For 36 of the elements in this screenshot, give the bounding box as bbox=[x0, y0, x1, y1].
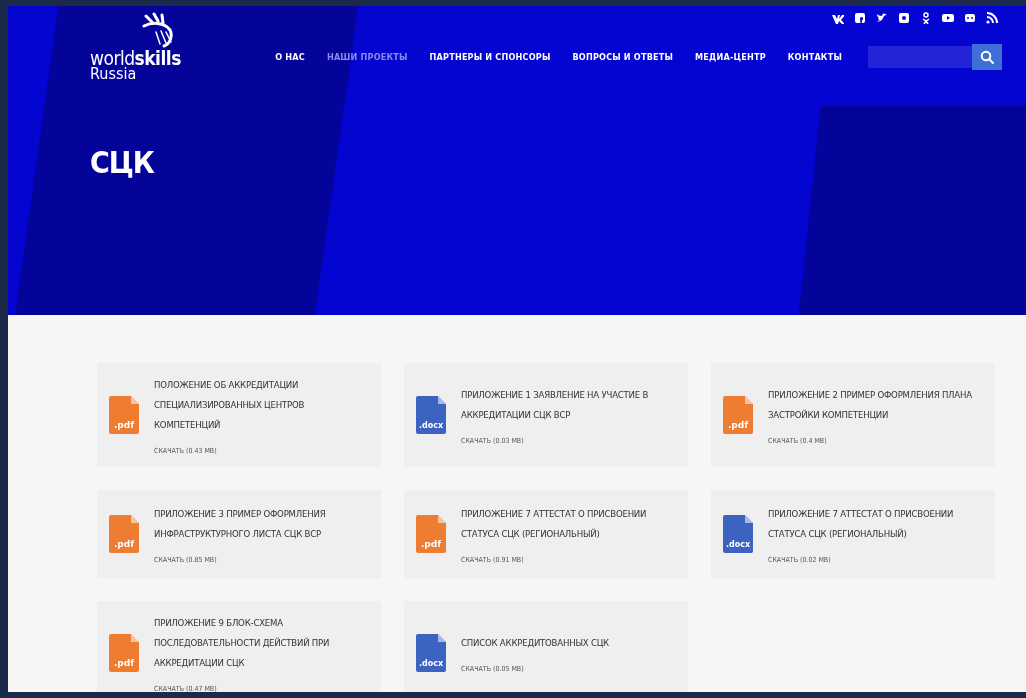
vk-icon[interactable] bbox=[832, 12, 844, 24]
file-extension-label: .pdf bbox=[420, 539, 442, 549]
nav-link[interactable]: О НАС bbox=[275, 52, 305, 62]
document-title: ПРИЛОЖЕНИЕ 1 ЗАЯВЛЕНИЕ НА УЧАСТИЕ В АККРЕДИТАЦИИ СЦК ВСР bbox=[461, 388, 650, 422]
document-title: ПРИЛОЖЕНИЕ 7 АТТЕСТАТ О ПРИСВОЕНИИ СТАТУСА СЦК (РЕГИОНАЛЬНЫЙ) bbox=[768, 507, 955, 541]
file-extension-label: .pdf bbox=[113, 658, 135, 668]
search-icon bbox=[980, 50, 994, 64]
document-title: ПРИЛОЖЕНИЕ 9 БЛОК-СХЕМА ПОСЛЕДОВАТЕЛЬНОСТИ ДЕЙСТВИЙ ПРИ АККРЕДИТАЦИИ СЦК bbox=[154, 616, 331, 670]
file-extension-label: .pdf bbox=[727, 420, 749, 430]
square-f-icon[interactable] bbox=[854, 12, 866, 24]
bird-icon[interactable] bbox=[876, 12, 888, 24]
logo-wordmark: worldskills bbox=[90, 50, 181, 66]
file-extension-label: .docx bbox=[418, 659, 444, 668]
play-icon[interactable] bbox=[942, 12, 954, 24]
nav-link[interactable]: КОНТАКТЫ bbox=[787, 52, 842, 62]
document-title: СПИСОК АККРЕДИТОВАННЫХ СЦК bbox=[461, 636, 609, 650]
document-title: ПРИЛОЖЕНИЕ 7 АТТЕСТАТ О ПРИСВОЕНИИ СТАТУСА СЦК (РЕГИОНАЛЬНЫЙ) bbox=[461, 507, 648, 541]
camera-icon[interactable] bbox=[898, 12, 910, 24]
nav-link[interactable]: ВОПРОСЫ И ОТВЕТЫ bbox=[572, 52, 674, 62]
logo-subtitle: Russia bbox=[90, 66, 137, 81]
search-button[interactable] bbox=[972, 44, 1002, 70]
rss-icon[interactable] bbox=[986, 12, 998, 24]
file-extension-label: .docx bbox=[418, 421, 444, 430]
file-extension-label: .pdf bbox=[113, 420, 135, 430]
document-title: ПРИЛОЖЕНИЕ 2 ПРИМЕР ОФОРМЛЕНИЯ ПЛАНА ЗАСТРОЙКИ КОМПЕТЕНЦИИ bbox=[768, 388, 973, 422]
ok-icon[interactable] bbox=[920, 12, 932, 24]
document-title: ПОЛОЖЕНИЕ ОБ АККРЕДИТАЦИИ СПЕЦИАЛИЗИРОВАННЫХ ЦЕНТРОВ КОМПЕТЕНЦИЙ bbox=[154, 378, 306, 432]
file-extension-label: .docx bbox=[725, 540, 751, 549]
chat-icon[interactable] bbox=[964, 12, 976, 24]
worldskills-logo[interactable]: worldskills Russia bbox=[90, 12, 181, 81]
document-title: ПРИЛОЖЕНИЕ 3 ПРИМЕР ОФОРМЛЕНИЯ ИНФРАСТРУКТУРНОГО ЛИСТА СЦК ВСР bbox=[154, 507, 327, 541]
page-title: СЦК bbox=[90, 145, 154, 180]
file-extension-label: .pdf bbox=[113, 539, 135, 549]
nav-link[interactable]: НАШИ ПРОЕКТЫ bbox=[326, 52, 408, 62]
nav-link[interactable]: МЕДИА-ЦЕНТР bbox=[695, 52, 766, 62]
nav-link[interactable]: ПАРТНЕРЫ И СПОНСОРЫ bbox=[429, 52, 551, 62]
